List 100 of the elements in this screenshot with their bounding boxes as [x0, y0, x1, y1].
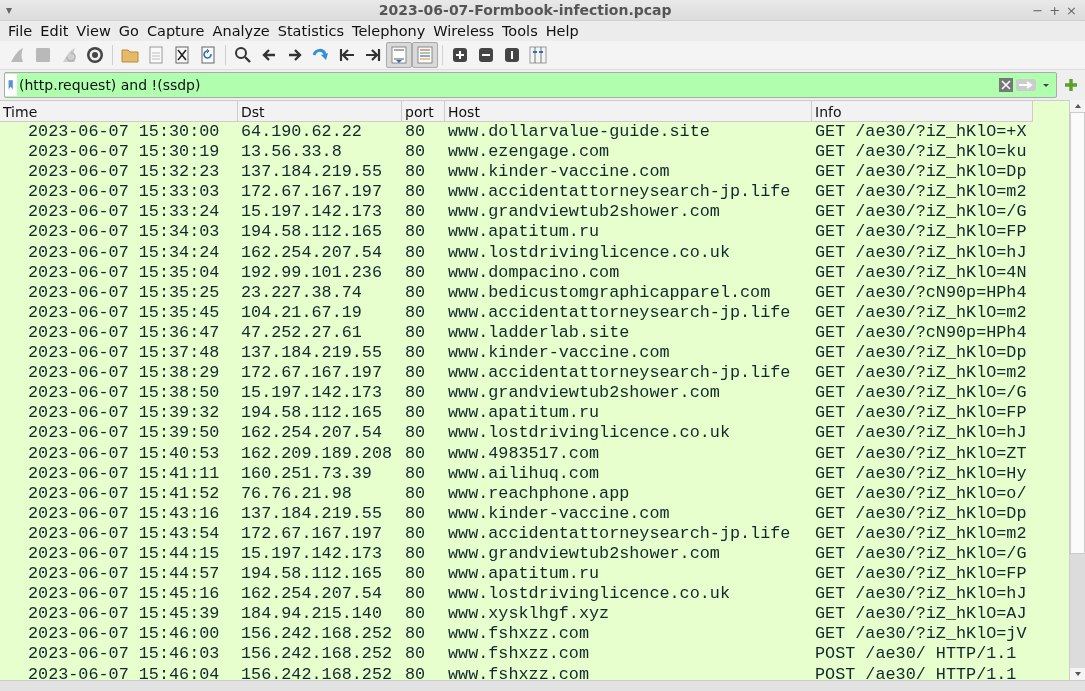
- zoom-reset-icon[interactable]: [502, 45, 522, 65]
- table-cell-text: 137.184.219.55: [240, 343, 383, 364]
- menu-item[interactable]: Go: [114, 23, 143, 39]
- minimize-button[interactable]: −: [1032, 2, 1044, 18]
- menu-item[interactable]: Help: [541, 23, 583, 39]
- menu-item[interactable]: Wireless: [429, 23, 498, 39]
- bookmark-icon[interactable]: [5, 74, 17, 96]
- table-cell-text: 194.58.112.165: [240, 403, 383, 424]
- table-cell-text: 160.251.73.39: [240, 463, 373, 484]
- table-cell-text: 2023-06-07 15:46:03: [27, 644, 221, 665]
- table-cell-text: www.dompacino.com: [447, 262, 621, 283]
- table-cell-text: 80: [404, 322, 427, 344]
- menu-item[interactable]: Statistics: [273, 23, 348, 39]
- table-cell-text: 80: [404, 122, 427, 143]
- table-cell-text: www.kinder-vaccine.com: [447, 162, 671, 183]
- table-cell-text: 76.76.21.98: [240, 483, 353, 504]
- table-cell-text: 47.252.27.61: [240, 322, 363, 344]
- table-cell-text: 137.184.219.55: [240, 162, 383, 183]
- settings-icon[interactable]: [85, 45, 105, 65]
- table-cell-text: 162.209.189.208: [240, 443, 394, 464]
- table-cell-text: 13.56.33.8: [240, 142, 343, 163]
- table-cell-text: 80: [404, 463, 427, 484]
- table-cell-text: 80: [404, 483, 427, 504]
- close-button[interactable]: ×: [1066, 2, 1077, 18]
- table-cell-text: 80: [404, 644, 427, 665]
- menu-item[interactable]: View: [72, 23, 115, 39]
- table-cell-text: 2023-06-07 15:46:00: [27, 624, 221, 645]
- table-cell-text: www.bedicustomgraphicapparel.com: [447, 282, 772, 303]
- table-cell-text: 2023-06-07 15:46:04: [27, 664, 221, 680]
- table-cell-text: www.apatitum.ru: [447, 564, 601, 585]
- menu-item[interactable]: File: [4, 23, 37, 39]
- window-menu-button[interactable]: ▾: [0, 3, 19, 17]
- zoom-in-icon[interactable]: [450, 45, 470, 65]
- table-cell-text: 2023-06-07 15:39:50: [27, 423, 221, 444]
- menu-item[interactable]: Capture: [142, 23, 209, 39]
- table-cell-text: 172.67.167.197: [240, 363, 383, 384]
- table-cell-text: 80: [404, 182, 427, 203]
- table-cell-text: www.accidentattorneysearch-jp.life: [447, 302, 792, 323]
- document-close-icon[interactable]: [172, 45, 192, 65]
- table-cell-text: 80: [404, 503, 427, 524]
- table-cell-text: 80: [404, 564, 427, 585]
- display-filter-field[interactable]: (http.request) and !(ssdp): [17, 74, 996, 96]
- table-cell-text: www.ezengage.com: [447, 142, 611, 163]
- zoom-out-icon[interactable]: [476, 45, 496, 65]
- maximize-button[interactable]: +: [1049, 2, 1061, 18]
- menu-item[interactable]: Analyze: [208, 23, 274, 39]
- table-cell-text: 80: [404, 403, 427, 424]
- document-reload-icon[interactable]: [198, 45, 218, 65]
- table-cell-text: 162.254.207.54: [240, 584, 383, 605]
- table-cell-text: www.lostdrivinglicence.co.uk: [447, 242, 731, 263]
- table-cell-text: 2023-06-07 15:33:24: [27, 202, 221, 223]
- table-cell-text: 15.197.142.173: [240, 383, 383, 404]
- table-cell-text: 156.242.168.252: [240, 664, 394, 680]
- table-cell-text: 80: [404, 242, 427, 263]
- table-cell-text: www.fshxzz.com: [447, 624, 590, 645]
- table-cell-text: www.grandviewtub2shower.com: [447, 202, 721, 223]
- table-cell-text: 2023-06-07 15:35:04: [27, 262, 221, 283]
- table-cell-text: www.ladderlab.site: [447, 322, 631, 344]
- colorize-icon[interactable]: [415, 45, 435, 65]
- table-cell-text: 80: [404, 343, 427, 364]
- table-cell-text: 64.190.62.22: [240, 122, 363, 143]
- table-cell-text: 80: [404, 443, 427, 464]
- table-cell-text: 80: [404, 543, 427, 565]
- menu-item[interactable]: Telephony: [348, 23, 430, 39]
- table-cell-text: 194.58.112.165: [240, 564, 383, 585]
- table-cell-text: 23.227.38.74: [240, 282, 363, 303]
- autoscroll-icon[interactable]: [389, 45, 409, 65]
- table-cell-text: www.4983517.com: [447, 443, 601, 464]
- display-filter-bar[interactable]: (http.request) and !(ssdp): [4, 72, 1057, 98]
- table-cell-text: www.accidentattorneysearch-jp.life: [447, 182, 792, 203]
- table-cell-text: www.fshxzz.com: [447, 644, 590, 665]
- table-cell-text: 2023-06-07 15:39:32: [27, 403, 221, 424]
- table-cell-text: 2023-06-07 15:40:53: [27, 443, 221, 464]
- table-cell-text: 2023-06-07 15:34:24: [27, 242, 221, 263]
- table-cell-text: www.apatitum.ru: [447, 403, 601, 424]
- table-cell-text: www.lostdrivinglicence.co.uk: [447, 584, 731, 605]
- table-cell-text: 80: [404, 664, 427, 680]
- table-cell-text: 2023-06-07 15:44:57: [27, 564, 221, 585]
- table-cell-text: 2023-06-07 15:45:39: [27, 604, 221, 625]
- menu-item[interactable]: Edit: [36, 23, 73, 39]
- table-cell-text: 2023-06-07 15:30:00: [27, 122, 221, 143]
- table-cell-text: 80: [404, 302, 427, 323]
- table-cell-text: 194.58.112.165: [240, 222, 383, 243]
- table-cell-text: 2023-06-07 15:34:03: [27, 222, 221, 243]
- table-cell-text: www.reachphone.app: [447, 483, 631, 504]
- table-cell-text: www.lostdrivinglicence.co.uk: [447, 423, 731, 444]
- table-cell-text: 172.67.167.197: [240, 523, 383, 544]
- table-cell-text: www.accidentattorneysearch-jp.life: [447, 363, 792, 384]
- table-cell-text: 156.242.168.252: [240, 644, 394, 665]
- search-icon[interactable]: [233, 45, 253, 65]
- table-cell-text: 2023-06-07 15:38:29: [27, 363, 221, 384]
- table-cell-text: 80: [404, 584, 427, 605]
- table-cell-text: 80: [404, 624, 427, 645]
- resize-columns-icon[interactable]: [528, 45, 548, 65]
- table-cell-text: 80: [404, 262, 427, 283]
- clear-icon[interactable]: [996, 75, 1016, 95]
- menu-item[interactable]: Tools: [497, 23, 542, 39]
- table-cell-text: 137.184.219.55: [240, 503, 383, 524]
- table-cell-text: 80: [404, 162, 427, 183]
- table-cell-text: 80: [404, 363, 427, 384]
